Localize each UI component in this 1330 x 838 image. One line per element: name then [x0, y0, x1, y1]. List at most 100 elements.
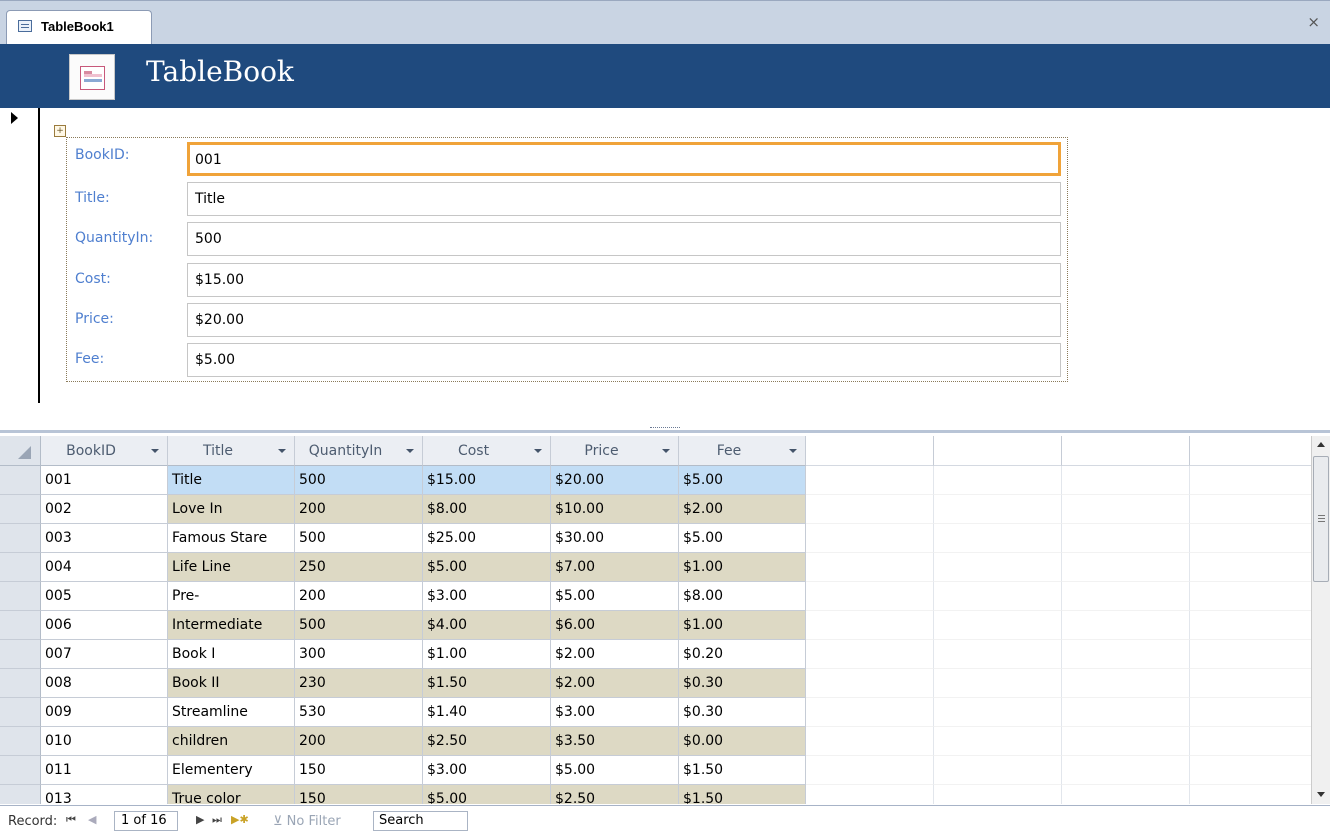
select-all-button[interactable]	[0, 436, 41, 466]
scroll-up-arrow-icon[interactable]	[1312, 436, 1330, 454]
scroll-thumb[interactable]	[1313, 456, 1329, 582]
cell-price[interactable]: $2.50	[551, 785, 679, 804]
cell-title[interactable]: Title	[168, 466, 295, 495]
cell-cost[interactable]: $2.50	[423, 727, 551, 756]
cell-title[interactable]: Elementery	[168, 756, 295, 785]
cell-cost[interactable]: $5.00	[423, 785, 551, 804]
tab-tablebook1[interactable]: TableBook1	[6, 10, 152, 45]
cell-bookid[interactable]: 001	[41, 466, 168, 495]
search-input[interactable]: Search	[373, 811, 468, 831]
column-header-title[interactable]: Title	[168, 436, 295, 466]
vertical-scrollbar[interactable]	[1311, 436, 1330, 804]
row-selector[interactable]	[0, 669, 41, 698]
quantityin-field[interactable]: 500	[187, 222, 1061, 256]
cell-fee[interactable]: $5.00	[679, 524, 806, 553]
row-selector[interactable]	[0, 553, 41, 582]
layout-move-icon[interactable]: +	[54, 125, 66, 137]
cell-title[interactable]: Life Line	[168, 553, 295, 582]
cell-quantityin[interactable]: 230	[295, 669, 423, 698]
dropdown-arrow-icon[interactable]	[534, 449, 542, 453]
cell-bookid[interactable]: 004	[41, 553, 168, 582]
row-selector[interactable]	[0, 756, 41, 785]
cell-title[interactable]: Love In	[168, 495, 295, 524]
fee-field[interactable]: $5.00	[187, 343, 1061, 377]
price-field[interactable]: $20.00	[187, 303, 1061, 337]
cell-price[interactable]: $3.50	[551, 727, 679, 756]
table-row[interactable]: 004 Life Line 250 $5.00 $7.00 $1.00	[0, 553, 1312, 582]
cell-title[interactable]: Book I	[168, 640, 295, 669]
table-row[interactable]: 011 Elementery 150 $3.00 $5.00 $1.50	[0, 756, 1312, 785]
column-header-bookid[interactable]: BookID	[41, 436, 168, 466]
cell-title[interactable]: True color	[168, 785, 295, 804]
splitter-grip[interactable]	[650, 427, 680, 430]
column-header-cost[interactable]: Cost	[423, 436, 551, 466]
cell-bookid[interactable]: 007	[41, 640, 168, 669]
dropdown-arrow-icon[interactable]	[789, 449, 797, 453]
row-selector[interactable]	[0, 495, 41, 524]
cell-quantityin[interactable]: 250	[295, 553, 423, 582]
cell-cost[interactable]: $1.50	[423, 669, 551, 698]
cell-fee[interactable]: $0.20	[679, 640, 806, 669]
cell-bookid[interactable]: 002	[41, 495, 168, 524]
split-form-splitter[interactable]	[0, 403, 1330, 433]
cell-price[interactable]: $5.00	[551, 582, 679, 611]
cell-title[interactable]: children	[168, 727, 295, 756]
table-row[interactable]: 002 Love In 200 $8.00 $10.00 $2.00	[0, 495, 1312, 524]
cell-fee[interactable]: $8.00	[679, 582, 806, 611]
row-selector[interactable]	[0, 785, 41, 804]
cell-fee[interactable]: $2.00	[679, 495, 806, 524]
cell-cost[interactable]: $15.00	[423, 466, 551, 495]
table-row[interactable]: 013 True color 150 $5.00 $2.50 $1.50	[0, 785, 1312, 804]
last-record-button[interactable]: ⏭	[212, 813, 222, 827]
new-record-button[interactable]: ▶✱	[231, 813, 249, 826]
cell-price[interactable]: $3.00	[551, 698, 679, 727]
table-row[interactable]: 001 Title 500 $15.00 $20.00 $5.00	[0, 466, 1312, 495]
cell-price[interactable]: $5.00	[551, 756, 679, 785]
row-selector[interactable]	[0, 582, 41, 611]
column-header-price[interactable]: Price	[551, 436, 679, 466]
close-icon[interactable]: ×	[1307, 13, 1320, 31]
scroll-down-arrow-icon[interactable]	[1312, 786, 1330, 804]
previous-record-button[interactable]: ◀	[88, 813, 96, 826]
row-selector[interactable]	[0, 727, 41, 756]
cell-price[interactable]: $7.00	[551, 553, 679, 582]
cell-bookid[interactable]: 011	[41, 756, 168, 785]
next-record-button[interactable]: ▶	[196, 813, 204, 826]
dropdown-arrow-icon[interactable]	[151, 449, 159, 453]
dropdown-arrow-icon[interactable]	[662, 449, 670, 453]
cell-title[interactable]: Book II	[168, 669, 295, 698]
cell-price[interactable]: $6.00	[551, 611, 679, 640]
record-selector[interactable]	[0, 108, 40, 403]
cell-bookid[interactable]: 010	[41, 727, 168, 756]
row-selector[interactable]	[0, 640, 41, 669]
dropdown-arrow-icon[interactable]	[406, 449, 414, 453]
cell-price[interactable]: $20.00	[551, 466, 679, 495]
table-row[interactable]: 008 Book II 230 $1.50 $2.00 $0.30	[0, 669, 1312, 698]
cost-field[interactable]: $15.00	[187, 263, 1061, 297]
cell-bookid[interactable]: 009	[41, 698, 168, 727]
cell-title[interactable]: Pre-	[168, 582, 295, 611]
dropdown-arrow-icon[interactable]	[278, 449, 286, 453]
cell-fee[interactable]: $0.30	[679, 669, 806, 698]
table-row[interactable]: 003 Famous Stare 500 $25.00 $30.00 $5.00	[0, 524, 1312, 553]
cell-quantityin[interactable]: 150	[295, 756, 423, 785]
cell-fee[interactable]: $1.00	[679, 553, 806, 582]
cell-cost[interactable]: $3.00	[423, 582, 551, 611]
table-row[interactable]: 006 Intermediate 500 $4.00 $6.00 $1.00	[0, 611, 1312, 640]
cell-price[interactable]: $2.00	[551, 640, 679, 669]
table-row[interactable]: 005 Pre- 200 $3.00 $5.00 $8.00	[0, 582, 1312, 611]
cell-title[interactable]: Famous Stare	[168, 524, 295, 553]
cell-quantityin[interactable]: 200	[295, 727, 423, 756]
cell-fee[interactable]: $1.50	[679, 756, 806, 785]
cell-title[interactable]: Streamline	[168, 698, 295, 727]
cell-bookid[interactable]: 013	[41, 785, 168, 804]
cell-cost[interactable]: $25.00	[423, 524, 551, 553]
cell-cost[interactable]: $8.00	[423, 495, 551, 524]
title-field[interactable]: Title	[187, 182, 1061, 216]
cell-cost[interactable]: $1.00	[423, 640, 551, 669]
cell-quantityin[interactable]: 500	[295, 524, 423, 553]
cell-price[interactable]: $30.00	[551, 524, 679, 553]
cell-fee[interactable]: $0.30	[679, 698, 806, 727]
bookid-field[interactable]: 001	[187, 142, 1061, 176]
cell-cost[interactable]: $4.00	[423, 611, 551, 640]
